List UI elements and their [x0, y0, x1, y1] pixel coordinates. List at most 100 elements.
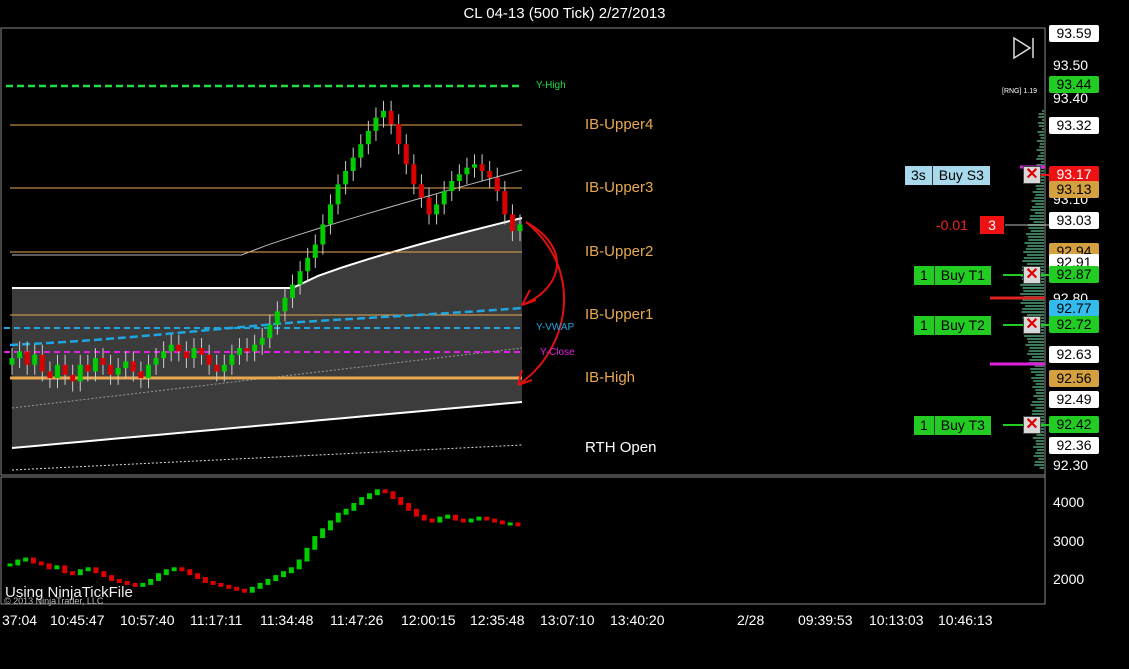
volume-candle: [359, 497, 365, 505]
profile-bar: [1034, 461, 1044, 463]
profile-bar: [1031, 371, 1044, 373]
time-axis-label: 12:35:48: [470, 612, 525, 628]
volume-candle: [54, 565, 60, 570]
profile-bar: [1029, 359, 1044, 361]
candle-body: [297, 271, 303, 285]
ib-upper3-label: IB-Upper3: [585, 179, 654, 196]
volume-candle: [187, 569, 193, 576]
profile-bar: [1025, 305, 1044, 307]
profile-bar: [1036, 140, 1044, 142]
candle-body: [517, 224, 523, 232]
profile-bar: [1023, 290, 1044, 292]
profile-bar: [1028, 239, 1044, 241]
profile-bar: [1038, 116, 1044, 118]
profile-bar: [1035, 452, 1044, 454]
profile-bar: [1034, 212, 1044, 214]
candle-body: [418, 184, 424, 198]
volume-candle: [265, 579, 271, 585]
copyright: © 2013 NinjaTrader, LLC: [4, 596, 104, 606]
volume-candle: [132, 582, 138, 587]
profile-bar: [1035, 383, 1044, 385]
profile-bar: [1036, 149, 1044, 151]
order-qty: 1: [914, 416, 935, 435]
profile-bar: [1038, 458, 1044, 460]
profile-bar: [1033, 395, 1044, 397]
order-buy-t2[interactable]: 1 Buy T2: [914, 316, 991, 335]
candle-body: [290, 284, 296, 298]
candle-body: [168, 344, 174, 352]
candle-body: [259, 338, 265, 345]
volume-candle: [249, 586, 255, 593]
profile-bar: [1030, 368, 1044, 370]
volume-candle: [30, 557, 36, 564]
candle-body: [449, 181, 455, 192]
profile-bar: [1027, 254, 1044, 256]
order-buy-t1[interactable]: 1 Buy T1: [914, 266, 991, 285]
candle-body: [17, 351, 23, 359]
order-buy-t3[interactable]: 1 Buy T3: [914, 416, 991, 435]
volume-candle: [241, 588, 247, 593]
profile-bar: [1037, 131, 1044, 133]
volume-candle: [515, 522, 521, 527]
candle-body: [441, 191, 447, 205]
volume-candle: [140, 582, 146, 587]
candle-body: [229, 354, 235, 365]
order-qty: 1: [914, 316, 935, 335]
ib-high-label: IB-High: [585, 369, 636, 386]
volume-candle: [390, 491, 396, 500]
profile-bar: [1032, 206, 1044, 208]
candle-body: [70, 374, 76, 382]
volume-candle: [273, 575, 279, 581]
profile-bar: [1032, 437, 1044, 439]
candle-body: [411, 164, 417, 185]
volume-candle: [468, 518, 474, 523]
time-axis-label: 10:13:03: [869, 612, 924, 628]
cancel-order-t3-icon[interactable]: ✕: [1023, 416, 1041, 434]
skip-to-end-icon[interactable]: [1013, 36, 1034, 60]
cancel-order-t1-icon[interactable]: ✕: [1023, 266, 1041, 284]
profile-bar: [1031, 200, 1044, 202]
candle-body: [252, 344, 258, 352]
time-axis-label: 2/28: [737, 612, 765, 628]
cancel-order-s3-icon[interactable]: ✕: [1023, 166, 1041, 184]
candle-body: [47, 371, 53, 379]
profile-bar: [1028, 227, 1044, 229]
candle-body: [214, 364, 220, 372]
time-axis-label: 09:39:53: [798, 612, 853, 628]
volume-candles: [7, 489, 521, 593]
cancel-order-t2-icon[interactable]: ✕: [1023, 316, 1041, 334]
candle-body: [183, 351, 189, 359]
candle-body: [9, 358, 15, 365]
volume-candle: [23, 557, 29, 562]
profile-bar: [1031, 413, 1044, 415]
volume-candle: [476, 516, 482, 521]
ib-upper4-label: IB-Upper4: [585, 116, 654, 133]
profile-bar: [1042, 110, 1044, 112]
candle-body: [153, 358, 159, 365]
time-axis-label: 13:40:20: [610, 612, 665, 628]
time-axis-label: 11:34:48: [260, 612, 314, 628]
position-qty[interactable]: 3: [980, 216, 1004, 234]
profile-bar: [1040, 161, 1044, 163]
price-axis-label: 92.30: [1053, 457, 1089, 473]
profile-bar: [1035, 374, 1044, 376]
order-buy-s3[interactable]: 3s Buy S3: [905, 166, 990, 185]
profile-bar: [1035, 407, 1044, 409]
volume-candle: [101, 571, 107, 578]
profile-bar: [1040, 152, 1044, 154]
profile-bar: [1030, 209, 1044, 211]
volume-candle: [351, 502, 357, 511]
profile-bar: [1031, 377, 1044, 379]
volume-candle: [195, 573, 201, 580]
volume-candle: [218, 582, 224, 587]
candle-body: [85, 364, 91, 372]
y-high-label: Y-High: [536, 80, 566, 91]
candle-body: [343, 170, 349, 185]
order-label: Buy T3: [940, 417, 985, 433]
candle-body: [236, 348, 242, 355]
profile-bar: [1035, 185, 1044, 187]
profile-bar: [1021, 311, 1044, 313]
profile-bar: [1027, 263, 1044, 265]
volume-candle: [460, 518, 466, 523]
profile-bar: [1030, 404, 1044, 406]
